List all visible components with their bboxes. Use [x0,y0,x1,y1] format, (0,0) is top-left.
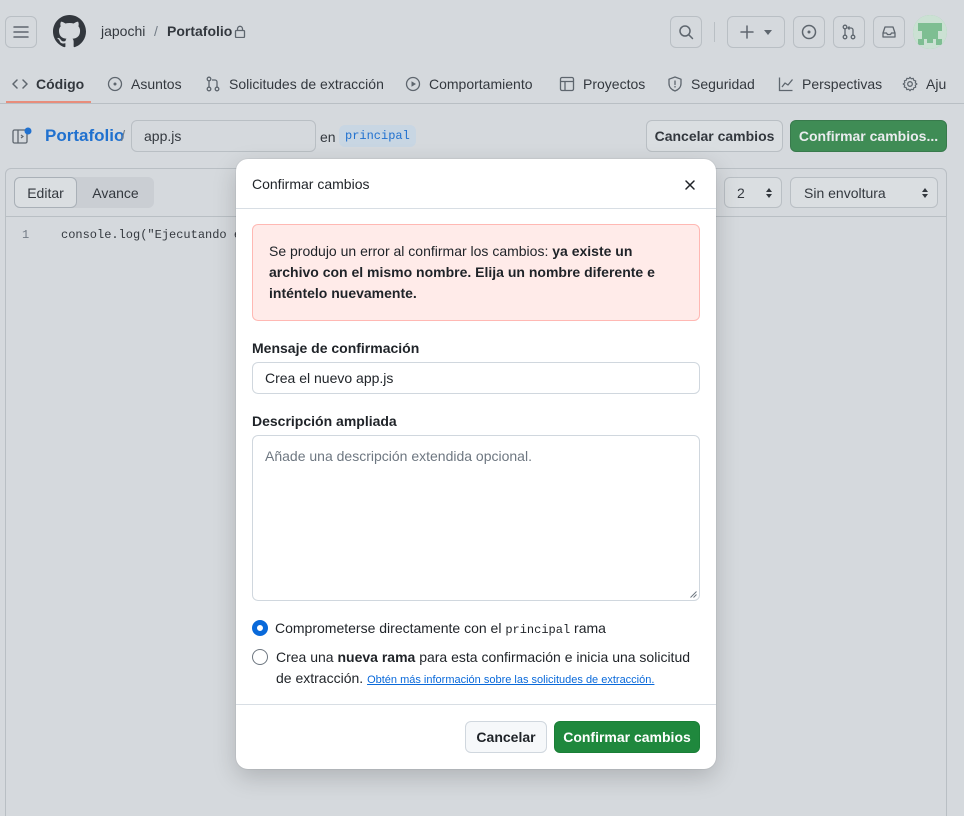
dialog-header-divider [236,208,716,209]
radio-selected[interactable] [253,621,267,635]
close-button[interactable] [676,171,704,199]
close-icon [685,180,695,190]
option-branch-text: Crea una [276,649,338,665]
radio-unselected[interactable] [252,649,268,665]
resize-handle-icon[interactable] [690,591,697,598]
error-message: Se produjo un error al confirmar los cam… [269,243,553,259]
cancel-button[interactable]: Cancelar [465,721,547,753]
option-direct-text: Comprometerse directamente con el [275,620,506,636]
dialog-footer-divider [236,704,716,705]
branch-name: principal [505,623,571,637]
option-direct-suffix: rama [570,620,606,636]
option-commit-direct[interactable]: Comprometerse directamente con el princi… [252,618,692,641]
option-new-branch[interactable]: Crea una nueva rama para esta confirmaci… [252,647,692,691]
confirm-commit-button[interactable]: Confirmar cambios [554,721,700,753]
commit-message-label: Mensaje de confirmación [252,340,420,356]
dialog-title: Confirmar cambios [252,176,370,192]
description-textarea[interactable] [252,435,700,601]
commit-dialog: Confirmar cambios Se produjo un error al… [236,159,716,769]
description-label: Descripción ampliada [252,413,397,429]
error-flash: Se produjo un error al confirmar los cam… [252,224,700,321]
learn-more-link[interactable]: Obtén más información sobre las solicitu… [367,674,654,686]
commit-message-input[interactable] [252,362,700,394]
new-branch-emphasis: nueva rama [337,649,416,665]
